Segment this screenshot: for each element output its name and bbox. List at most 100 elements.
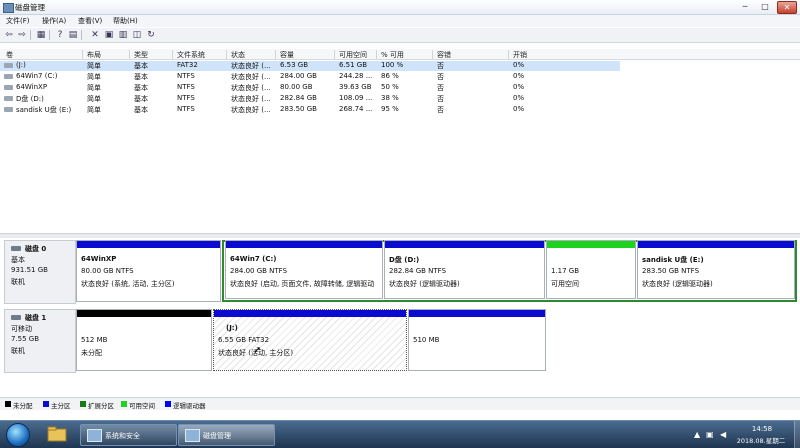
properties-icon[interactable]: ▤ <box>68 30 78 40</box>
explorer-pin-icon[interactable] <box>44 424 70 444</box>
column-status[interactable]: 状态 <box>231 50 245 60</box>
column-fault-tolerance[interactable]: 容错 <box>437 50 451 60</box>
cell-type: 基本 <box>134 73 148 81</box>
cell-layout: 简单 <box>87 73 101 81</box>
partition-size: 512 MB <box>81 336 108 344</box>
partition-status: 状态良好 (系统, 活动, 主分区) <box>81 280 175 288</box>
back-icon[interactable]: ⇦ <box>4 30 14 40</box>
cell-free-space: 39.63 GB <box>339 83 372 91</box>
partition-unallocated[interactable]: 512 MB 未分配 <box>76 309 212 371</box>
menu-action[interactable]: 操作(A) <box>42 16 66 26</box>
partition-64winxp[interactable]: 64WinXP 80.00 GB NTFS 状态良好 (系统, 活动, 主分区) <box>76 240 221 302</box>
column-separator <box>508 50 509 59</box>
menu-help[interactable]: 帮助(H) <box>113 16 138 26</box>
clock-date[interactable]: 2018.08.星期二 <box>726 435 796 445</box>
column-separator <box>334 50 335 59</box>
tray-expand-icon[interactable]: ▲ <box>694 430 700 439</box>
table-row[interactable]: 64Win7 (C:) 简单 基本 NTFS 状态良好 (... 284.00 … <box>0 72 620 82</box>
cell-capacity: 80.00 GB <box>280 83 313 91</box>
cell-status: 状态良好 (... <box>231 84 271 92</box>
column-separator <box>82 50 83 59</box>
cell-status: 状态良好 (... <box>231 106 271 114</box>
partition-size: 1.17 GB <box>551 267 580 275</box>
control-panel-icon <box>87 429 102 442</box>
drive-icon <box>4 107 13 112</box>
column-separator <box>376 50 377 59</box>
list-view-icon[interactable]: ▦ <box>36 30 46 40</box>
table-row[interactable]: (J:) 简单 基本 FAT32 状态良好 (... 6.53 GB 6.51 … <box>0 61 620 71</box>
cell-type: 基本 <box>134 95 148 103</box>
column-volume[interactable]: 卷 <box>6 50 13 60</box>
partition-d[interactable]: D盘 (D:) 282.84 GB NTFS 状态良好 (逻辑驱动器) <box>384 240 545 299</box>
disk-1-label[interactable]: 磁盘 1 可移动 7.55 GB 联机 <box>4 309 76 373</box>
cell-layout: 简单 <box>87 62 101 70</box>
mouse-cursor-icon: ➚ <box>253 345 262 356</box>
cell-status: 状态良好 (... <box>231 62 271 70</box>
menu-bar: 文件(F) 操作(A) 查看(V) 帮助(H) <box>0 15 800 27</box>
cell-percent-free: 86 % <box>381 72 399 80</box>
partition-bar <box>226 241 382 248</box>
task-system-security[interactable]: 系统和安全 <box>80 424 177 446</box>
start-button[interactable] <box>6 423 30 447</box>
partition-name: (J:) <box>226 324 238 332</box>
maximize-button[interactable]: □ <box>756 1 774 12</box>
title-bar: 磁盘管理 ─ □ ✕ <box>0 0 800 15</box>
clock-time[interactable]: 14:58 <box>738 425 786 433</box>
partition-name: 64WinXP <box>81 255 117 263</box>
pane-splitter[interactable] <box>0 233 800 238</box>
disk-size: 7.55 GB <box>11 335 40 343</box>
partition-status: 可用空间 <box>551 280 579 288</box>
cell-filesystem: FAT32 <box>177 61 198 69</box>
partition-j-selected[interactable]: (J:) 6.55 GB FAT32 状态良好 (活动, 主分区) <box>213 309 407 371</box>
partition-sandisk-e[interactable]: sandisk U盘 (E:) 283.50 GB NTFS 状态良好 (逻辑驱… <box>637 240 795 299</box>
menu-file[interactable]: 文件(F) <box>6 16 30 26</box>
column-filesystem[interactable]: 文件系统 <box>177 50 205 60</box>
open-icon[interactable]: ▣ <box>104 30 114 40</box>
cell-fault-tolerance: 否 <box>437 95 444 103</box>
table-row[interactable]: D盘 (D:) 简单 基本 NTFS 状态良好 (... 282.84 GB 1… <box>0 94 620 104</box>
cell-type: 基本 <box>134 106 148 114</box>
rescan-icon[interactable]: ↻ <box>146 30 156 40</box>
table-row[interactable]: sandisk U盘 (E:) 简单 基本 NTFS 状态良好 (... 283… <box>0 105 620 115</box>
cell-capacity: 6.53 GB <box>280 61 309 69</box>
disk-0-label[interactable]: 磁盘 0 基本 931.51 GB 联机 <box>4 240 76 304</box>
column-percent-free[interactable]: % 可用 <box>381 50 404 60</box>
cell-percent-free: 38 % <box>381 94 399 102</box>
disk-management-icon <box>185 429 200 442</box>
partition-size: 283.50 GB NTFS <box>642 267 700 275</box>
cell-volume: (J:) <box>16 61 26 69</box>
column-overhead[interactable]: 开销 <box>513 50 527 60</box>
network-icon[interactable]: ▣ <box>706 430 714 439</box>
column-separator <box>172 50 173 59</box>
menu-view[interactable]: 查看(V) <box>78 16 102 26</box>
task-disk-management[interactable]: 磁盘管理 <box>178 424 275 446</box>
column-separator <box>275 50 276 59</box>
partition-name: 64Win7 (C:) <box>230 255 277 263</box>
column-capacity[interactable]: 容量 <box>280 50 294 60</box>
delete-icon[interactable]: ✕ <box>90 30 100 40</box>
partition-free-space[interactable]: 1.17 GB 可用空间 <box>546 240 636 299</box>
partition-64win7-c[interactable]: 64Win7 (C:) 284.00 GB NTFS 状态良好 (启动, 页面文… <box>225 240 383 299</box>
cell-overhead: 0% <box>513 72 525 80</box>
column-separator <box>226 50 227 59</box>
cell-filesystem: NTFS <box>177 83 195 91</box>
table-row[interactable]: 64WinXP 简单 基本 NTFS 状态良好 (... 80.00 GB 39… <box>0 83 620 93</box>
help-icon[interactable]: ? <box>55 30 65 40</box>
forward-icon[interactable]: ⇨ <box>17 30 27 40</box>
column-free-space[interactable]: 可用空间 <box>339 50 367 60</box>
partition-status: 状态良好 (启动, 页面文件, 故障转储, 逻辑驱动 <box>230 280 375 288</box>
explore-icon[interactable]: ▥ <box>118 30 128 40</box>
toolbar: ⇦ ⇨ ▦ ? ▤ ✕ ▣ ▥ ◫ ↻ <box>0 28 800 43</box>
show-desktop-button[interactable] <box>794 421 800 448</box>
hard-disk-icon <box>11 246 21 251</box>
minimize-button[interactable]: ─ <box>736 1 754 12</box>
partition-510mb[interactable]: 510 MB <box>408 309 546 371</box>
cell-capacity: 283.50 GB <box>280 105 317 113</box>
column-layout[interactable]: 布局 <box>87 50 101 60</box>
disk-state: 联机 <box>11 347 25 355</box>
close-button[interactable]: ✕ <box>777 1 797 14</box>
disk-name: 磁盘 1 <box>25 314 47 322</box>
disk-icon[interactable]: ◫ <box>132 30 142 40</box>
column-type[interactable]: 类型 <box>134 50 148 60</box>
partition-status: 未分配 <box>81 349 102 357</box>
